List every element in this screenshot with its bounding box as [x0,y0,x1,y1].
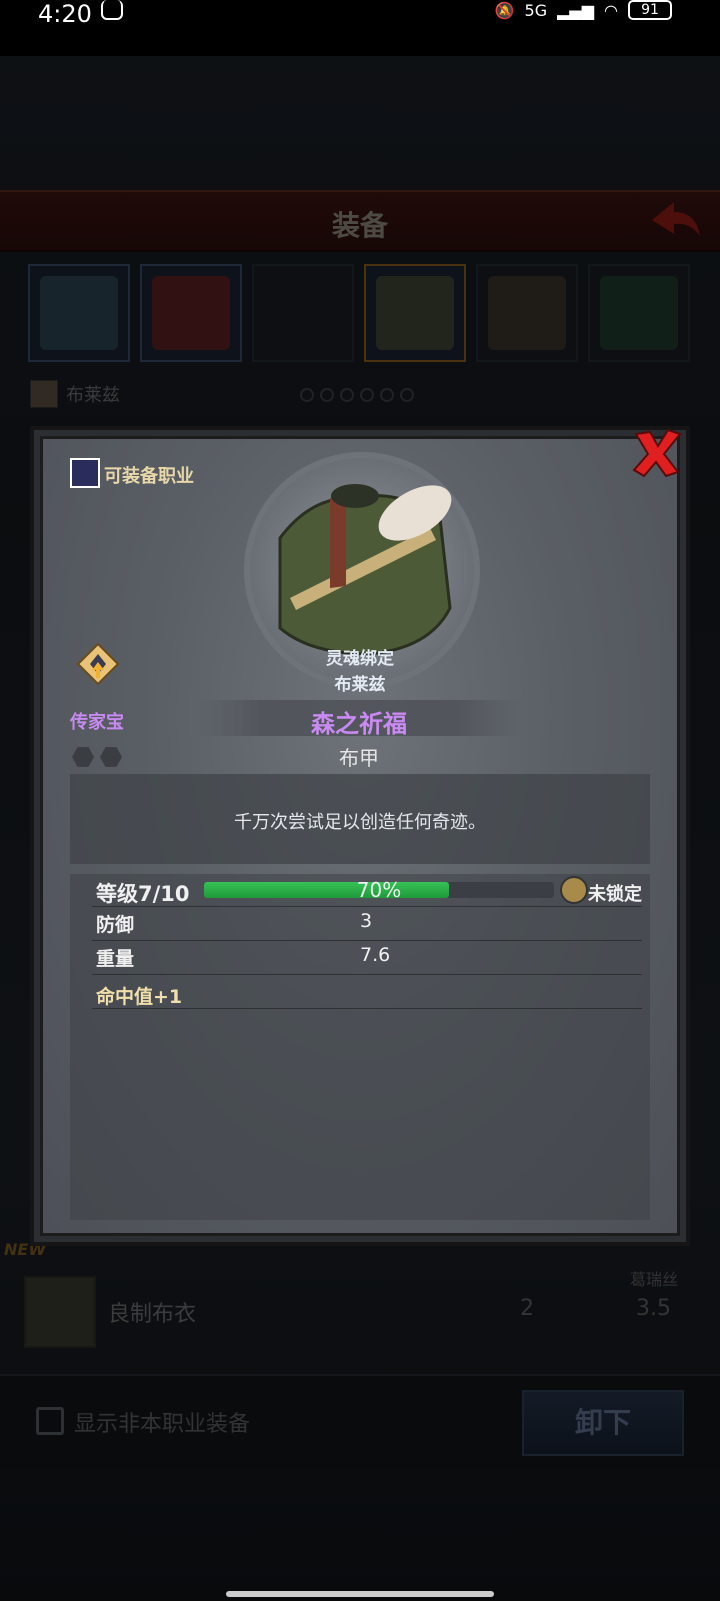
item-description: 千万次尝试足以创造任何奇迹。 [234,812,486,833]
signal-icon: ▂▄▆ [557,0,595,20]
soulbound-owner: 布莱兹 [334,675,386,695]
item-type: 布甲 [339,746,379,770]
level-label: 等级7/10 [96,882,190,906]
status-icons: 🔕 5G ▂▄▆ ◠ 91 [495,0,672,20]
stat-defense-name: 防御 [96,914,135,936]
status-bar: 4:20 🔕 5G ▂▄▆ ◠ 91 [0,0,720,56]
divider [92,906,642,907]
wifi-icon: ◠ [604,0,618,20]
divider [92,940,642,941]
equippable-class-label[interactable]: 可装备职业 [104,462,194,488]
divider [92,974,642,975]
stat-bonus: 命中值+1 [96,986,183,1008]
socket-icon [100,747,122,767]
item-name: 森之祈福 [311,710,407,738]
network-label: 5G [524,0,548,20]
soulbound-label: 灵魂绑定 [326,649,394,669]
status-time: 4:20 [38,0,92,28]
mute-icon: 🔕 [494,0,515,20]
heirloom-label: 传家宝 [70,712,124,733]
socket-icon [72,747,94,767]
lock-status-label[interactable]: 未锁定 [588,880,642,906]
divider [92,1008,642,1009]
socket-slots [72,746,122,768]
stat-defense-value: 3 [360,910,373,932]
heirloom-icon[interactable] [76,642,120,686]
close-icon[interactable] [628,424,686,482]
stat-weight-name: 重量 [96,948,135,970]
level-progress-text: 70% [356,878,402,902]
stat-weight-value: 7.6 [360,944,391,966]
class-icon[interactable] [70,458,100,488]
battery-icon: 91 [628,0,672,20]
home-indicator[interactable] [226,1591,494,1597]
alarm-icon [101,0,123,20]
lock-icon[interactable] [560,876,588,904]
